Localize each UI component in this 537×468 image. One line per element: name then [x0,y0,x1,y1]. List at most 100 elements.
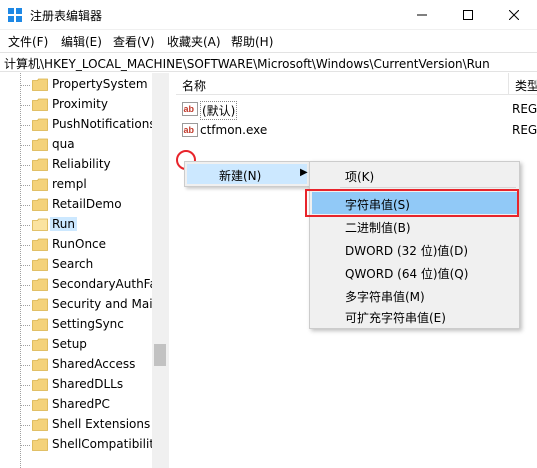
submenu-item-label: 项(K) [345,170,375,184]
tree-item-label: PropertySystem [52,77,148,91]
tree-item-label: Setup [52,337,87,351]
maximize-icon [463,10,473,20]
tree-item[interactable]: Reliability [0,155,152,175]
folder-icon [32,198,48,211]
folder-icon [32,138,48,151]
tree-item[interactable]: Search [0,255,152,275]
tree-item[interactable]: Run [0,215,152,235]
menu-favorites[interactable]: 收藏夹(A) [167,33,221,50]
tree-item-label: SharedPC [52,397,110,411]
folder-icon [32,378,48,391]
tree-connector [21,445,30,446]
tree-item[interactable]: ShellCompatibility [0,435,161,455]
close-icon [509,10,519,20]
tree-connector [21,205,30,206]
tree-item-label: rempl [52,177,87,191]
tree-item[interactable]: SettingSync [0,315,152,335]
submenu-separator [340,187,516,188]
tree-connector [21,265,30,266]
minimize-icon [417,14,427,16]
svg-text:ab: ab [184,104,195,114]
scrollbar-thumb[interactable] [154,344,166,366]
submenu-item-label: 可扩充字符串值(E) [345,311,446,325]
menu-file[interactable]: 文件(F) [8,33,48,50]
folder-icon [32,278,48,291]
tree-item-label: Run [50,217,78,231]
tree-item[interactable]: SharedAccess [0,355,152,375]
tree-connector [21,425,30,426]
folder-icon [32,98,48,111]
folder-icon [32,358,48,371]
tree-connector [21,305,30,306]
minimize-button[interactable] [399,0,445,30]
submenu-item-qword-value[interactable]: QWORD (64 位)值(Q) [312,261,517,283]
tree-item-label: Reliability [52,157,111,171]
folder-icon [32,318,48,331]
tree-connector [21,325,30,326]
column-header-name[interactable]: 名称 [176,73,509,95]
value-type: REG [512,123,537,137]
tree-item-label: SharedDLLs [52,377,124,391]
regedit-app-icon [8,8,22,22]
string-value-icon: ab [182,123,198,137]
window-title: 注册表编辑器 [30,9,103,23]
tree-connector [21,405,30,406]
value-row[interactable]: ab ctfmon.exe REG [176,120,537,140]
submenu-item-dword-value[interactable]: DWORD (32 位)值(D) [312,238,517,260]
tree-vertical-scrollbar[interactable] [152,73,169,468]
tree-item[interactable]: SecondaryAuthFa [0,275,157,295]
tree-item-label: PushNotifications [52,117,156,131]
tree-connector [21,185,30,186]
tree-item[interactable]: rempl [0,175,152,195]
submenu-item-binary-value[interactable]: 二进制值(B) [312,215,517,237]
folder-icon [32,78,48,91]
tree-connector [21,165,30,166]
tree-item[interactable]: PushNotifications [0,115,156,135]
folder-icon [32,438,48,451]
string-value-icon: ab [182,102,198,116]
tree-item-label: SharedAccess [52,357,136,371]
tree-item[interactable]: Shell Extensions [0,415,152,435]
tree-connector [21,365,30,366]
tree-item-label: SecondaryAuthFa [52,277,157,291]
context-menu: 新建(N) ▶ [184,161,310,187]
tree-item[interactable]: RunOnce [0,235,152,255]
tree-connector [21,285,30,286]
tree-item-label: Proximity [52,97,108,111]
folder-icon [32,418,48,431]
address-bar[interactable]: 计算机\HKEY_LOCAL_MACHINE\SOFTWARE\Microsof… [0,52,537,72]
context-menu-new[interactable]: 新建(N) ▶ [187,164,308,184]
folder-icon [32,298,48,311]
folder-icon [32,338,48,351]
submenu-item-label: 多字符串值(M) [345,290,425,304]
menu-edit[interactable]: 编辑(E) [61,33,102,50]
submenu-item-label: DWORD (32 位)值(D) [345,244,468,258]
submenu-item-key[interactable]: 项(K) [312,164,517,186]
menu-help[interactable]: 帮助(H) [231,33,273,50]
submenu-item-expandable-string-value[interactable]: 可扩充字符串值(E) [312,305,517,327]
tree-connector [21,385,30,386]
tree-connector [21,245,30,246]
tree-item[interactable]: Setup [0,335,152,355]
submenu-item-multi-string-value[interactable]: 多字符串值(M) [312,284,517,306]
value-row[interactable]: ab (默认) REG [176,99,537,120]
folder-icon [32,118,48,131]
maximize-button[interactable] [445,0,491,30]
tree-connector [21,105,30,106]
tree-item[interactable]: Security and Mair [0,295,157,315]
tree-item[interactable]: PropertySystem [0,75,152,95]
submenu-item-label: 二进制值(B) [345,221,411,235]
value-name: (默认) [200,101,238,120]
column-header-type[interactable]: 类型 [509,73,537,95]
tree-item[interactable]: RetailDemo [0,195,152,215]
tree-item[interactable]: Proximity [0,95,152,115]
close-button[interactable] [491,0,537,30]
tree-item[interactable]: qua [0,135,152,155]
menu-view[interactable]: 查看(V) [113,33,155,50]
column-header-type-label: 类型 [515,79,537,93]
tree-connector [21,225,30,226]
tree-item[interactable]: SharedDLLs [0,375,152,395]
menu-bar: 文件(F) 编辑(E) 查看(V) 收藏夹(A) 帮助(H) [0,30,537,52]
tree-item-label: RunOnce [52,237,107,251]
tree-item[interactable]: SharedPC [0,395,152,415]
